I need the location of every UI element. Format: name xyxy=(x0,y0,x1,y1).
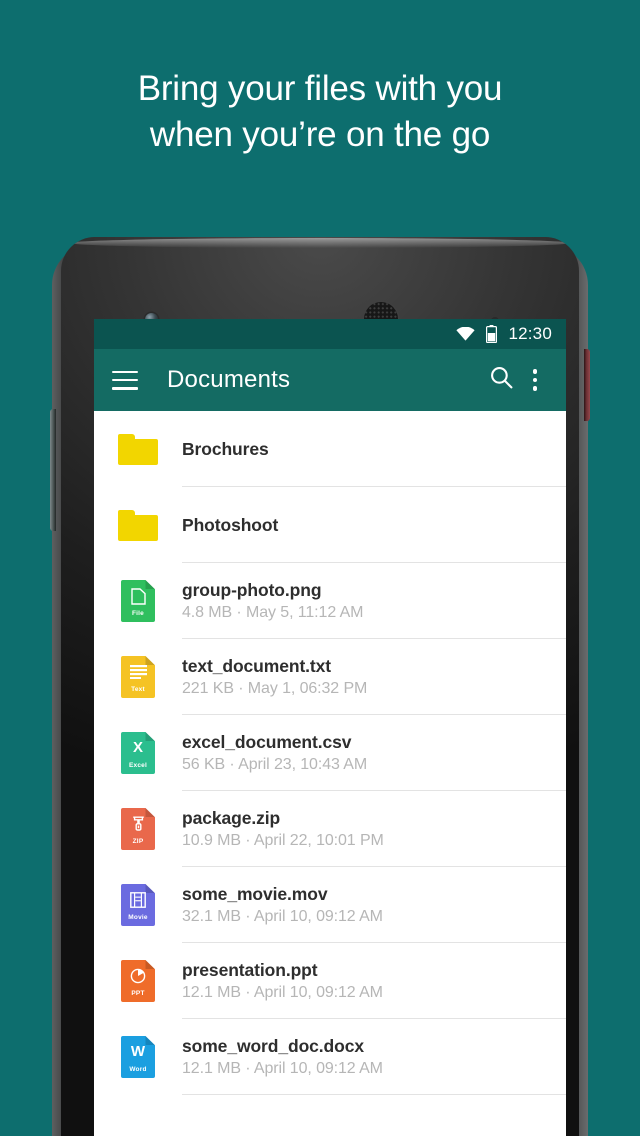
file-name: presentation.ppt xyxy=(182,960,318,980)
volume-button[interactable] xyxy=(50,409,56,531)
search-icon xyxy=(490,366,513,394)
list-divider xyxy=(182,1094,566,1095)
file-list-item[interactable]: PPT presentation.ppt 12.1 MB · April 10, 0… xyxy=(94,943,566,1019)
file-meta: text_document.txt 221 KB · May 1, 06:32 P… xyxy=(168,656,566,698)
app-bar: Documents xyxy=(94,349,566,411)
wifi-icon xyxy=(456,327,476,341)
file-subtitle: 12.1 MB · April 10, 09:12 AM xyxy=(182,984,383,1001)
file-zip-icon: ZIP xyxy=(121,808,155,850)
file-name: Photoshoot xyxy=(182,514,279,535)
file-thumbnail: PPT xyxy=(108,960,168,1002)
hamburger-menu-icon[interactable] xyxy=(112,370,138,390)
folder-icon xyxy=(118,433,158,465)
file-name: package.zip xyxy=(182,808,281,828)
file-thumbnail xyxy=(108,509,168,541)
file-subtitle: 10.9 MB · April 22, 10:01 PM xyxy=(182,832,384,849)
phone-device-mockup: 12:30 Documents Brochures Photoshoot Fil… xyxy=(50,237,590,1136)
file-list-item[interactable]: File group-photo.png 4.8 MB · May 5, 11:12… xyxy=(94,563,566,639)
folder-icon xyxy=(118,509,158,541)
status-bar: 12:30 xyxy=(94,319,566,349)
file-thumbnail: Text xyxy=(108,656,168,698)
file-thumbnail: W Word xyxy=(108,1036,168,1078)
phone-screen: 12:30 Documents Brochures Photoshoot Fil… xyxy=(94,319,566,1136)
file-name: group-photo.png xyxy=(182,580,322,600)
file-list-item[interactable]: Photoshoot xyxy=(94,487,566,563)
search-button[interactable] xyxy=(484,363,518,397)
file-thumbnail: File xyxy=(108,580,168,622)
file-meta: presentation.ppt 12.1 MB · April 10, 09:1… xyxy=(168,960,566,1002)
promo-headline: Bring your files with you when you’re on… xyxy=(0,66,640,158)
overflow-menu-button[interactable] xyxy=(518,363,552,397)
file-name: some_word_doc.docx xyxy=(182,1036,365,1056)
file-list-item[interactable]: X Excel excel_document.csv 56 KB · April 23… xyxy=(94,715,566,791)
file-thumbnail: Movie xyxy=(108,884,168,926)
file-subtitle: 4.8 MB · May 5, 11:12 AM xyxy=(182,604,364,621)
file-meta: Brochures xyxy=(168,439,566,460)
file-subtitle: 12.1 MB · April 10, 09:12 AM xyxy=(182,1060,383,1077)
file-name: some_movie.mov xyxy=(182,884,328,904)
file-name: excel_document.csv xyxy=(182,732,352,752)
overflow-menu-icon xyxy=(532,369,538,391)
file-meta: some_word_doc.docx 12.1 MB · April 10, 09… xyxy=(168,1036,566,1078)
file-meta: excel_document.csv 56 KB · April 23, 10:4… xyxy=(168,732,566,774)
phone-front-panel: 12:30 Documents Brochures Photoshoot Fil… xyxy=(61,237,579,1136)
file-list-item[interactable]: Text text_document.txt 221 KB · May 1, 06:… xyxy=(94,639,566,715)
file-list-item[interactable]: Brochures xyxy=(94,411,566,487)
page-title: Documents xyxy=(167,366,291,393)
file-thumbnail xyxy=(108,433,168,465)
file-subtitle: 56 KB · April 23, 10:43 AM xyxy=(182,756,368,773)
headline-line-1: Bring your files with you xyxy=(137,69,503,108)
file-list[interactable]: Brochures Photoshoot File group-photo.png 4.… xyxy=(94,411,566,1095)
file-list-item[interactable]: Movie some_movie.mov 32.1 MB · April 10, 0… xyxy=(94,867,566,943)
status-bar-clock: 12:30 xyxy=(508,324,552,343)
file-meta: package.zip 10.9 MB · April 22, 10:01 PM xyxy=(168,808,566,850)
file-name: Brochures xyxy=(182,438,269,459)
file-subtitle: 32.1 MB · April 10, 09:12 AM xyxy=(182,908,383,925)
power-button[interactable] xyxy=(584,349,590,421)
file-generic-icon: File xyxy=(121,580,155,622)
file-thumbnail: X Excel xyxy=(108,732,168,774)
file-excel-icon: X Excel xyxy=(121,732,155,774)
battery-icon xyxy=(486,325,498,344)
file-ppt-icon: PPT xyxy=(121,960,155,1002)
file-movie-icon: Movie xyxy=(121,884,155,926)
file-meta: group-photo.png 4.8 MB · May 5, 11:12 AM xyxy=(168,580,566,622)
file-text-icon: Text xyxy=(121,656,155,698)
file-meta: some_movie.mov 32.1 MB · April 10, 09:12 … xyxy=(168,884,566,926)
file-list-item[interactable]: W Word some_word_doc.docx 12.1 MB · April 1… xyxy=(94,1019,566,1095)
headline-line-2: when you’re on the go xyxy=(149,115,491,154)
file-subtitle: 221 KB · May 1, 06:32 PM xyxy=(182,680,368,697)
file-thumbnail: ZIP xyxy=(108,808,168,850)
file-name: text_document.txt xyxy=(182,656,332,676)
file-list-item[interactable]: ZIP package.zip 10.9 MB · April 22, 10:01 … xyxy=(94,791,566,867)
file-word-icon: W Word xyxy=(121,1036,155,1078)
file-meta: Photoshoot xyxy=(168,515,566,536)
